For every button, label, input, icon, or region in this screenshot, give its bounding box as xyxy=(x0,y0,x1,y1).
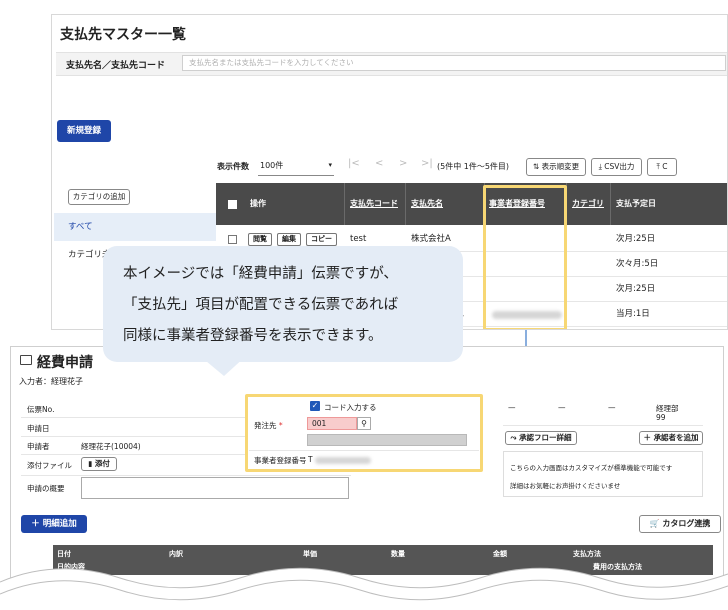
grid-col-quantity: 数量 xyxy=(391,550,405,558)
add-detail-button[interactable]: ＋ 明細追加 xyxy=(21,515,87,533)
catalog-label: カタログ連携 xyxy=(662,519,711,528)
grid-col-payment: 支払方法 xyxy=(573,550,601,558)
file-icon: ▮ xyxy=(88,459,95,468)
grid-col-breakdown: 内訳 xyxy=(169,550,183,558)
slip-no-label: 伝票No. xyxy=(27,405,55,414)
divider xyxy=(503,425,703,426)
attach-button[interactable]: ▮ 添付 xyxy=(81,457,117,471)
callout-line-1: 本イメージでは「経費申請」伝票ですが、 xyxy=(123,266,398,282)
grid-col-unit-price: 単価 xyxy=(303,550,317,558)
catalog-button[interactable]: 🛒 カタログ連携 xyxy=(639,515,721,533)
note-line-2: 詳細はお気軽にお声掛けくださいませ xyxy=(510,482,621,490)
callout-line-2: 「支払先」項目が配置できる伝票であれば xyxy=(123,297,399,313)
attachment-label: 添付ファイル xyxy=(27,461,72,470)
apply-date-label: 申請日 xyxy=(27,424,50,433)
summary-label: 申請の概要 xyxy=(27,484,65,493)
divider xyxy=(21,436,247,437)
approver-cell-1: — xyxy=(508,403,516,412)
note-box: こちらの入力画面はカスタマイズが標準機能で可能です 詳細はお気軽にお声掛けくださ… xyxy=(503,451,703,497)
torn-edge xyxy=(0,567,728,610)
summary-input[interactable] xyxy=(81,477,349,499)
applicant-label: 申請者 xyxy=(27,442,50,451)
approver-cell-2: — xyxy=(558,403,566,412)
plus-icon: ＋ xyxy=(31,519,43,529)
divider xyxy=(21,475,351,476)
add-approver-button[interactable]: ＋ 承認者を追加 xyxy=(639,431,703,445)
add-detail-label: 明細追加 xyxy=(42,519,77,529)
attach-label: 添付 xyxy=(94,459,110,468)
form-title: 経費申請 xyxy=(37,355,93,371)
flow-icon: ⤳ xyxy=(510,433,520,442)
approval-flow-button[interactable]: ⤳ 承認フロー詳細 xyxy=(505,431,577,445)
approver-cell-3: — xyxy=(608,403,616,412)
callout-bubble: 本イメージでは「経費申請」伝票ですが、 「支払先」項目が配置できる伝票であれば … xyxy=(103,246,463,362)
note-line-1: こちらの入力画面はカスタマイズが標準機能で可能です xyxy=(510,464,673,472)
divider xyxy=(21,417,247,418)
approval-flow-label: 承認フロー詳細 xyxy=(519,433,572,442)
grid-col-amount: 金額 xyxy=(493,550,507,558)
book-icon xyxy=(20,355,32,365)
dept-no: 99 xyxy=(656,413,666,422)
payee-block-highlight xyxy=(245,394,483,472)
divider xyxy=(21,454,247,455)
cart-icon: 🛒 xyxy=(649,519,663,528)
entrant-label: 入力者：経理花子 xyxy=(19,377,83,386)
applicant-value: 経理花子(10004) xyxy=(81,442,141,451)
add-approver-label: 承認者を追加 xyxy=(653,433,699,442)
plus-icon: ＋ xyxy=(643,433,654,442)
callout-line-3: 同様に事業者登録番号を表示できます。 xyxy=(123,328,383,344)
grid-col-date: 日付 xyxy=(57,550,71,558)
